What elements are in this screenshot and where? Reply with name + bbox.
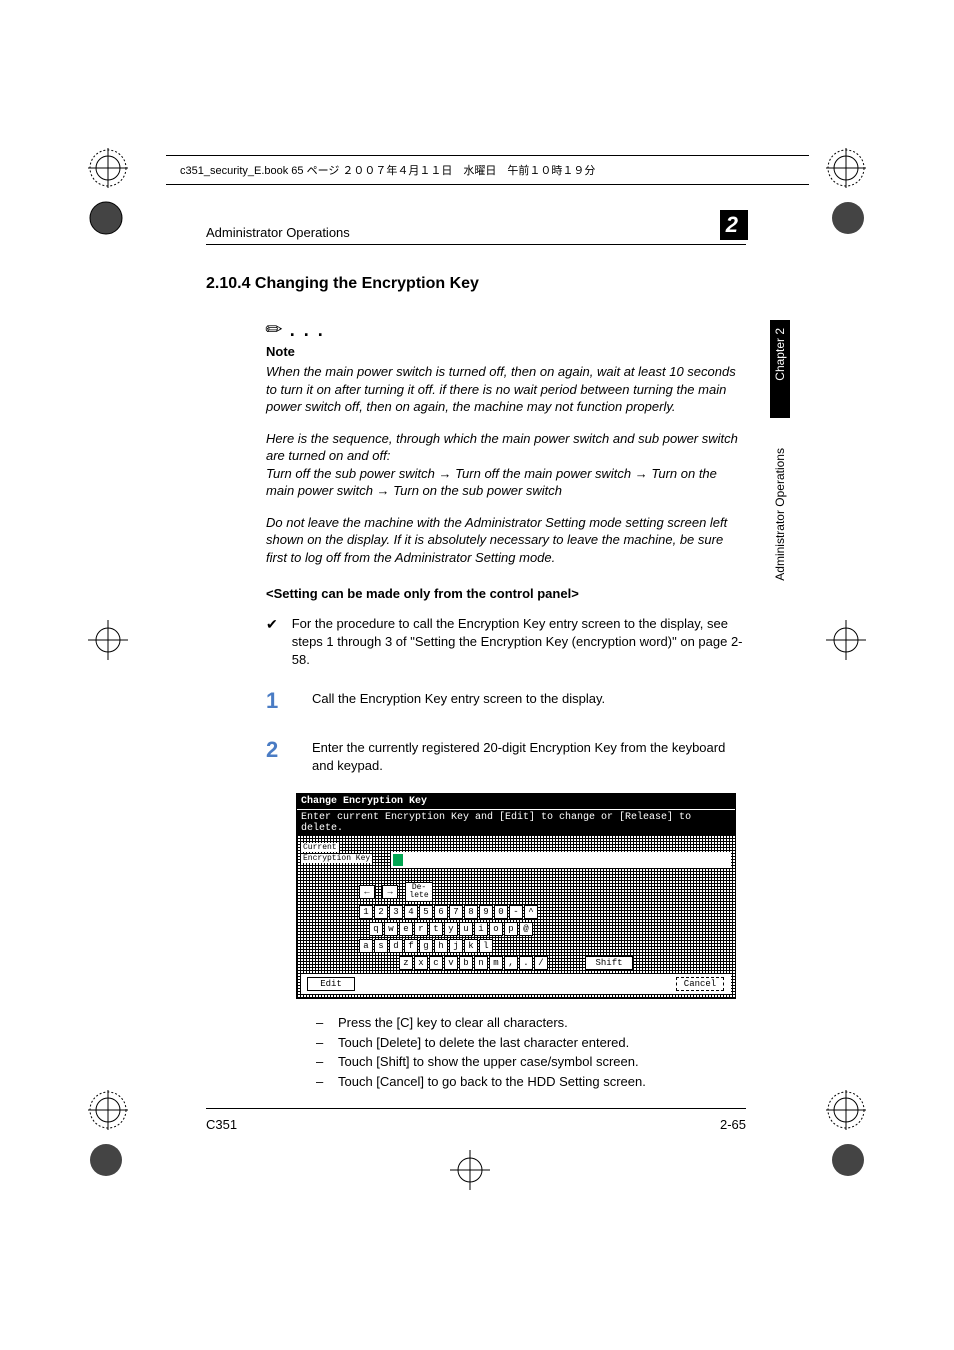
key[interactable]: g — [419, 939, 433, 953]
key[interactable]: 1 — [359, 905, 373, 919]
registration-mark-icon — [828, 1140, 868, 1180]
device-screenshot: Change Encryption Key Enter current Encr… — [296, 793, 736, 999]
key[interactable]: y — [444, 922, 458, 936]
registration-mark-icon — [88, 1090, 128, 1130]
running-head: Administrator Operations — [206, 225, 350, 240]
list-item: Touch [Cancel] to go back to the HDD Set… — [316, 1072, 746, 1092]
scr-field-label: Encryption Key — [301, 854, 372, 863]
key[interactable]: 5 — [419, 905, 433, 919]
key[interactable]: s — [374, 939, 388, 953]
key[interactable]: z — [399, 956, 413, 970]
key[interactable]: 4 — [404, 905, 418, 919]
key[interactable]: n — [474, 956, 488, 970]
crop-header: c351_security_E.book 65 ページ ２００７年４月１１日 水… — [166, 155, 809, 185]
key[interactable]: e — [399, 922, 413, 936]
note-icon: ✎ . . . — [266, 317, 746, 342]
footer-page: 2-65 — [720, 1117, 746, 1132]
keyboard-row: qwertyuiop@ — [369, 922, 731, 936]
key[interactable]: j — [449, 939, 463, 953]
registration-mark-icon — [88, 148, 128, 188]
key[interactable]: 6 — [434, 905, 448, 919]
keyboard-row: asdfghjkl — [359, 939, 731, 953]
key[interactable]: b — [459, 956, 473, 970]
key[interactable]: v — [444, 956, 458, 970]
list-item: Touch [Shift] to show the upper case/sym… — [316, 1052, 746, 1072]
chapter-number-box: 2 — [720, 210, 748, 240]
keyboard-row: 1234567890-^ — [359, 905, 731, 919]
key[interactable]: l — [479, 939, 493, 953]
note-label: Note — [266, 344, 746, 359]
key-right[interactable]: → — [382, 885, 398, 899]
step-number: 1 — [266, 686, 284, 717]
key[interactable]: . — [519, 956, 533, 970]
check-icon: ✔ — [266, 615, 278, 668]
edit-button[interactable]: Edit — [307, 977, 355, 991]
key[interactable]: 2 — [374, 905, 388, 919]
key[interactable]: x — [414, 956, 428, 970]
registration-mark-icon — [86, 198, 126, 238]
section-heading: 2.10.4 Changing the Encryption Key — [206, 275, 746, 293]
key-shift[interactable]: Shift — [585, 956, 633, 970]
key[interactable]: u — [459, 922, 473, 936]
key[interactable]: c — [429, 956, 443, 970]
key[interactable]: 9 — [479, 905, 493, 919]
key[interactable]: o — [489, 922, 503, 936]
key[interactable]: 7 — [449, 905, 463, 919]
registration-mark-icon — [826, 1090, 866, 1130]
footer-model: C351 — [206, 1117, 237, 1132]
side-tab-section: Administrator Operations — [770, 440, 790, 640]
key[interactable]: p — [504, 922, 518, 936]
key[interactable]: @ — [519, 922, 533, 936]
key[interactable]: a — [359, 939, 373, 953]
key[interactable]: q — [369, 922, 383, 936]
key[interactable]: m — [489, 956, 503, 970]
step-text: Enter the currently registered 20-digit … — [312, 735, 746, 775]
key[interactable]: 8 — [464, 905, 478, 919]
key[interactable]: h — [434, 939, 448, 953]
registration-mark-icon — [826, 148, 866, 188]
key[interactable]: , — [504, 956, 518, 970]
key[interactable]: ^ — [524, 905, 538, 919]
cursor-icon — [393, 854, 403, 866]
registration-mark-icon — [828, 198, 868, 238]
note-paragraph: Do not leave the machine with the Admini… — [266, 514, 746, 567]
registration-mark-icon — [88, 620, 128, 660]
key[interactable]: / — [534, 956, 548, 970]
key[interactable]: i — [474, 922, 488, 936]
key[interactable]: 3 — [389, 905, 403, 919]
scr-instruction: Enter current Encryption Key and [Edit] … — [297, 809, 735, 836]
registration-mark-icon — [826, 620, 866, 660]
key[interactable]: - — [509, 905, 523, 919]
scr-field-label: Current — [301, 843, 339, 852]
key[interactable]: d — [389, 939, 403, 953]
key[interactable]: r — [414, 922, 428, 936]
check-text: For the procedure to call the Encryption… — [292, 615, 746, 668]
key-delete[interactable]: De- lete — [405, 882, 433, 902]
registration-mark-icon — [450, 1150, 490, 1190]
cancel-button[interactable]: Cancel — [676, 977, 724, 991]
key[interactable]: f — [404, 939, 418, 953]
list-item: Press the [C] key to clear all character… — [316, 1013, 746, 1033]
note-paragraph: When the main power switch is turned off… — [266, 363, 746, 416]
keyboard-row: zxcvbnm,./ Shift — [399, 956, 731, 970]
sub-heading: <Setting can be made only from the contr… — [266, 586, 746, 601]
key[interactable]: k — [464, 939, 478, 953]
step-text: Call the Encryption Key entry screen to … — [312, 686, 746, 717]
key[interactable]: t — [429, 922, 443, 936]
key-left[interactable]: ← — [359, 885, 375, 899]
registration-mark-icon — [86, 1140, 126, 1180]
scr-title: Change Encryption Key — [297, 794, 735, 809]
list-item: Touch [Delete] to delete the last charac… — [316, 1033, 746, 1053]
step-number: 2 — [266, 735, 284, 775]
side-tab-chapter: Chapter 2 — [770, 320, 790, 418]
scr-input-field[interactable] — [391, 852, 731, 868]
key[interactable]: 0 — [494, 905, 508, 919]
note-paragraph: Here is the sequence, through which the … — [266, 430, 746, 500]
key[interactable]: w — [384, 922, 398, 936]
